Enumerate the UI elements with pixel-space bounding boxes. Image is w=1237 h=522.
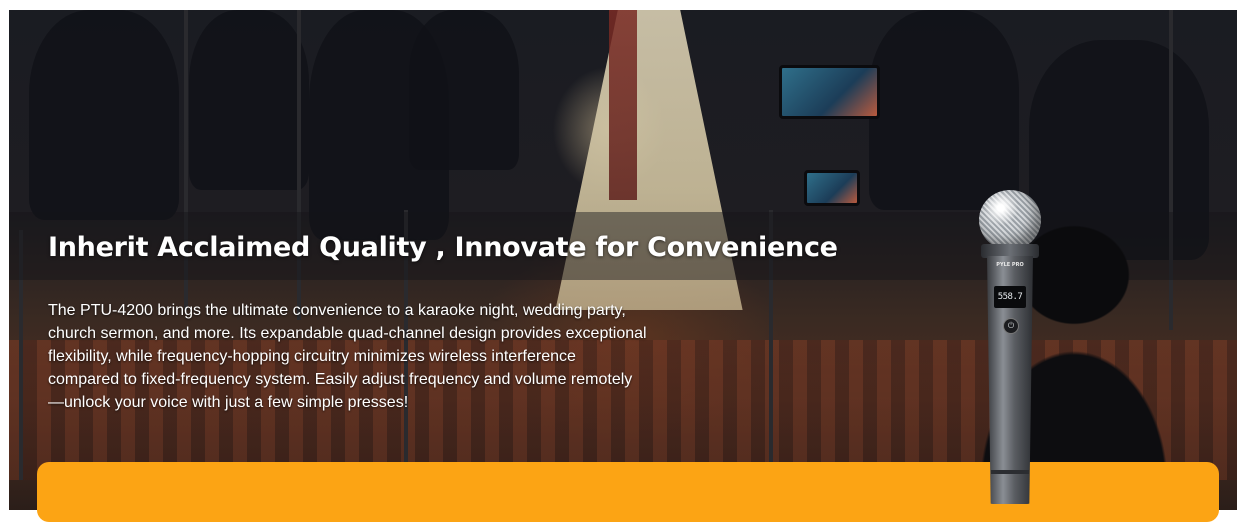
microphone-band (991, 470, 1029, 474)
background-musician (409, 10, 519, 170)
background-camera-screen (779, 65, 880, 119)
background-dress-sash (609, 10, 637, 200)
microphone-frequency-display: 558.7 (994, 286, 1026, 308)
power-icon: ⏻ (1003, 318, 1019, 334)
background-musician (189, 10, 309, 190)
background-camera-screen (804, 170, 860, 206)
page-title: Inherit Acclaimed Quality , Innovate for… (48, 232, 838, 263)
microphone-collar (981, 244, 1039, 258)
product-description: The PTU-4200 brings the ultimate conveni… (48, 302, 647, 411)
microphone-grille (979, 190, 1041, 250)
microphone-brand-logo: PYLE PRO (996, 262, 1024, 268)
product-microphone-image: PYLE PRO 558.7 ⏻ (975, 190, 1045, 505)
background-musician (29, 10, 179, 220)
background-musician (869, 10, 1019, 210)
